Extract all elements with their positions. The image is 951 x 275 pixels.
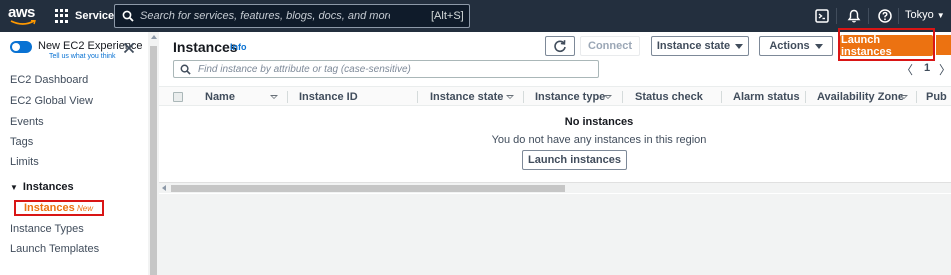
aws-logo-text: aws (8, 4, 35, 21)
column-header-name[interactable]: Name (205, 91, 235, 103)
sidebar-item-limits[interactable]: Limits (10, 156, 39, 168)
sidebar-item-label: Instances (24, 202, 75, 214)
empty-state-message: You do not have any instances in this re… (491, 134, 707, 146)
sidebar-item-instance-types[interactable]: Instance Types (10, 223, 84, 235)
column-divider (523, 91, 524, 103)
column-divider (417, 91, 418, 103)
instance-state-label: Instance state (656, 40, 731, 52)
instance-state-button[interactable]: Instance state (651, 36, 749, 56)
sidebar-item-ec2-dashboard[interactable]: EC2 Dashboard (10, 74, 88, 86)
horizontal-scrollbar[interactable] (159, 182, 951, 193)
details-split-pane (159, 194, 951, 275)
new-badge: New (77, 204, 94, 213)
region-selector[interactable]: Tokyo ▼ (905, 9, 945, 21)
nav-divider (836, 8, 837, 24)
services-button[interactable]: Services (55, 7, 120, 25)
highlight-annotation-box (838, 28, 935, 61)
column-header-instance-id[interactable]: Instance ID (299, 91, 358, 103)
nav-divider (868, 8, 869, 24)
column-divider (622, 91, 623, 103)
cloudshell-icon[interactable] (814, 8, 830, 24)
nav-divider (898, 8, 899, 24)
column-divider (287, 91, 288, 103)
current-page-number[interactable]: 1 (924, 62, 930, 74)
main-content: Instances Info Connect Instance state Ac… (159, 28, 951, 275)
scrollbar-thumb[interactable] (150, 46, 157, 275)
table-header: Name Instance ID Instance state Instance… (159, 86, 951, 106)
sort-icon[interactable] (506, 95, 514, 99)
sidebar-item-ec2-global-view[interactable]: EC2 Global View (10, 95, 93, 107)
sidebar-item-launch-templates[interactable]: Launch Templates (10, 243, 99, 255)
caret-down-icon (735, 43, 744, 49)
column-divider (805, 91, 806, 103)
aws-logo[interactable]: aws (6, 3, 42, 29)
column-header-status-check[interactable]: Status check (635, 91, 703, 103)
bell-icon[interactable] (846, 8, 862, 24)
top-navigation-bar: aws Services [Alt+S] (0, 0, 951, 32)
instance-filter-input[interactable] (198, 63, 578, 75)
column-header-alarm-status[interactable]: Alarm status (733, 91, 800, 103)
column-header-instance-state[interactable]: Instance state (430, 91, 503, 103)
region-label: Tokyo (905, 9, 934, 21)
sidebar-section-label: Instances (22, 181, 74, 193)
sidebar-scrollbar[interactable] (148, 32, 159, 275)
sidebar-item-events[interactable]: Events (10, 116, 44, 128)
global-search-input[interactable] (140, 10, 390, 22)
previous-page-icon[interactable]: 〈 (901, 61, 913, 78)
scroll-up-arrow-icon[interactable] (151, 35, 157, 39)
refresh-icon (554, 40, 566, 53)
refresh-button[interactable] (545, 36, 575, 56)
column-divider (721, 91, 722, 103)
connect-button[interactable]: Connect (580, 36, 640, 56)
info-link[interactable]: Info (230, 42, 247, 52)
empty-state-title: No instances (564, 116, 634, 128)
actions-label: Actions (769, 40, 810, 52)
sort-icon[interactable] (270, 95, 278, 99)
search-icon (122, 10, 134, 22)
page-title: Instances (173, 39, 238, 55)
aws-smile-icon (10, 20, 36, 25)
scroll-left-arrow-icon[interactable] (162, 185, 166, 191)
column-header-public[interactable]: Pub (926, 91, 947, 103)
sidebar: New EC2 Experience Tell us what you thin… (0, 32, 148, 275)
new-experience-toggle[interactable] (10, 41, 32, 53)
next-page-icon[interactable]: 〉 (939, 61, 951, 78)
actions-button[interactable]: Actions (759, 36, 833, 56)
instance-filter[interactable] (173, 60, 599, 78)
column-header-instance-type[interactable]: Instance type (535, 91, 605, 103)
select-all-checkbox[interactable] (173, 92, 183, 102)
sidebar-item-tags[interactable]: Tags (10, 136, 33, 148)
search-shortcut-hint: [Alt+S] (431, 10, 464, 22)
services-grid-icon (55, 9, 69, 23)
empty-launch-instances-button[interactable]: Launch instances (522, 150, 627, 170)
sort-icon[interactable] (900, 95, 908, 99)
search-icon (180, 64, 191, 75)
caret-down-icon (814, 43, 823, 49)
column-header-availability-zone[interactable]: Availability Zone (817, 91, 904, 103)
scrollbar-thumb[interactable] (171, 185, 565, 192)
launch-dropdown-button[interactable] (936, 35, 951, 55)
caret-down-icon: ▼ (10, 182, 18, 192)
column-divider (916, 91, 917, 103)
sidebar-section-instances[interactable]: ▼ Instances (10, 181, 74, 193)
sort-icon[interactable] (604, 95, 612, 99)
caret-down-icon: ▼ (936, 10, 945, 20)
global-search-box[interactable]: [Alt+S] (114, 4, 470, 28)
close-icon[interactable] (122, 41, 136, 55)
help-icon[interactable] (877, 8, 893, 24)
sidebar-item-instances[interactable]: Instances New (14, 200, 104, 216)
